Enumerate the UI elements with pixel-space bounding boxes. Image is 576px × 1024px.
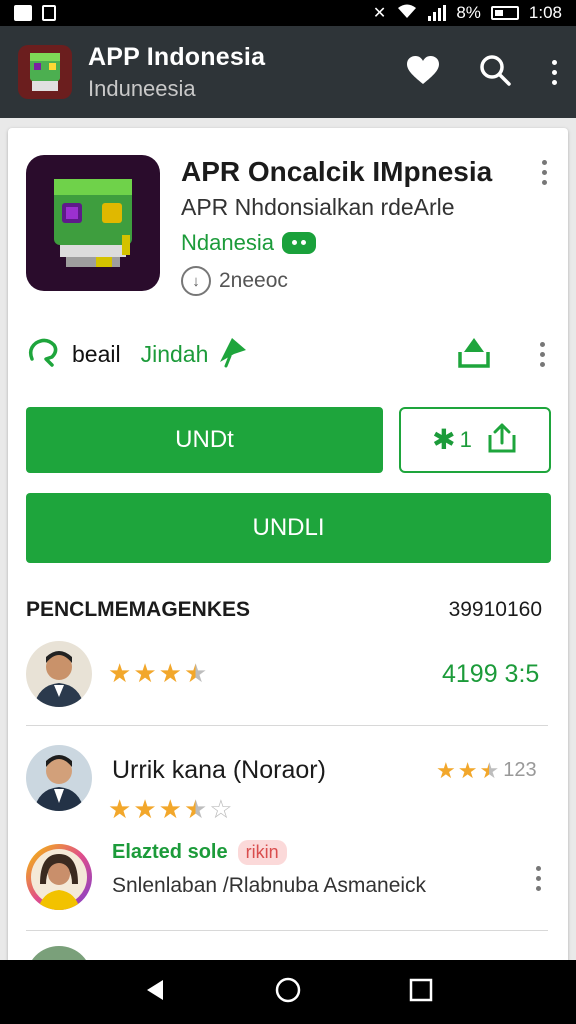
app-bar-subtitle: Induneesia	[88, 75, 196, 101]
review-3-badges: Elazted sole rikin	[112, 840, 287, 865]
review-1-stars: ★ ★ ★ ★	[108, 660, 207, 686]
review-2-stars: ★ ★ ★ ★ ☆	[108, 796, 233, 822]
review-3-badge-pink: rikin	[237, 840, 287, 865]
avatar[interactable]	[26, 844, 92, 910]
review-3-text: Snlenlaban /Rlabnuba Asmaneick	[112, 874, 427, 897]
search-icon[interactable]	[478, 53, 512, 92]
app-downloads: ↓ 2neeoc	[181, 266, 288, 296]
star-icon: ★	[133, 658, 157, 688]
review-2-side-stars: ★ ★ ★ 123	[436, 760, 537, 782]
download-count-icon: ↓	[181, 266, 211, 296]
recents-icon[interactable]	[409, 978, 433, 1007]
home-icon[interactable]	[274, 976, 302, 1009]
open-button[interactable]: UNDLI	[26, 493, 551, 563]
review-3-badge-green: Elazted sole	[112, 841, 228, 863]
star-icon: ★	[183, 794, 208, 824]
tag-beail[interactable]: beail	[72, 341, 121, 368]
app-bar: APP Indonesia Induneesia	[0, 26, 576, 118]
rate-share-button[interactable]: ✱ 1	[399, 407, 551, 473]
avatar[interactable]	[26, 641, 92, 707]
star-icon: ☆	[209, 794, 233, 824]
star-icon: ★	[183, 658, 208, 688]
app-bar-title: APP Indonesia	[88, 42, 266, 71]
app-icon	[26, 155, 160, 291]
wifi-icon	[396, 3, 418, 24]
app-detail-card: APR Oncalcik IMpnesia APR Nhdonsialkan r…	[8, 128, 568, 968]
reviews-title: PENCLMEMAGENKES	[26, 598, 251, 621]
star-icon: ★	[479, 758, 500, 783]
review-2-side-count: 123	[503, 759, 537, 781]
review-1-score: 4199 3:5	[442, 660, 540, 688]
app-logo	[18, 45, 72, 99]
divider	[26, 725, 548, 726]
back-icon[interactable]	[143, 978, 167, 1007]
app-more-icon[interactable]	[540, 160, 548, 185]
notification-icon-2	[42, 5, 56, 21]
category-badge-icon	[281, 232, 316, 254]
star-icon: ★	[133, 794, 157, 824]
app-category[interactable]: Ndanesia	[181, 230, 316, 256]
avatar[interactable]	[26, 745, 92, 811]
download-count: 2neeoc	[219, 269, 288, 292]
more-icon[interactable]	[550, 59, 558, 85]
mute-icon: ✕	[372, 5, 387, 22]
tag-jindah[interactable]: Jindah	[141, 341, 209, 368]
install-button[interactable]: UNDt	[26, 407, 383, 473]
star-icon: ★	[158, 794, 182, 824]
tag-row: beail Jindah	[26, 334, 546, 374]
battery-icon	[490, 6, 519, 20]
app-developer[interactable]: APR Nhdonsialkan rdeArle	[181, 194, 455, 221]
rating-group: ✱ 1	[432, 426, 472, 454]
star-icon: ★	[436, 758, 456, 783]
review-3-more-icon[interactable]	[534, 866, 542, 891]
star-icon: ★	[108, 794, 132, 824]
star-icon: ★	[457, 758, 478, 783]
review-2-name: Urrik kana (Noraor)	[112, 756, 326, 784]
tag-jindah-icon	[216, 336, 250, 373]
app-category-label: Ndanesia	[181, 230, 274, 255]
battery-percent: 8%	[456, 3, 481, 22]
reviews-count: 39910160	[448, 598, 542, 621]
notification-icon	[14, 5, 32, 21]
navigation-bar	[0, 960, 576, 1024]
install-download-icon[interactable]	[456, 334, 492, 375]
reviews-header: PENCLMEMAGENKES 39910160	[26, 598, 542, 622]
star-burst-icon: ✱	[432, 424, 456, 455]
rating-count: 1	[459, 427, 472, 452]
heart-icon[interactable]	[406, 55, 440, 90]
clock: 1:08	[528, 3, 562, 22]
signal-icon	[428, 5, 447, 21]
tag-beail-icon	[26, 337, 62, 372]
share-icon[interactable]	[486, 421, 518, 459]
app-title: APR Oncalcik IMpnesia	[181, 156, 493, 187]
star-icon: ★	[158, 658, 182, 688]
divider	[26, 930, 548, 931]
status-bar: ✕ 8% 1:08	[0, 0, 576, 26]
tag-more-icon[interactable]	[538, 341, 546, 367]
star-icon: ★	[108, 658, 132, 688]
